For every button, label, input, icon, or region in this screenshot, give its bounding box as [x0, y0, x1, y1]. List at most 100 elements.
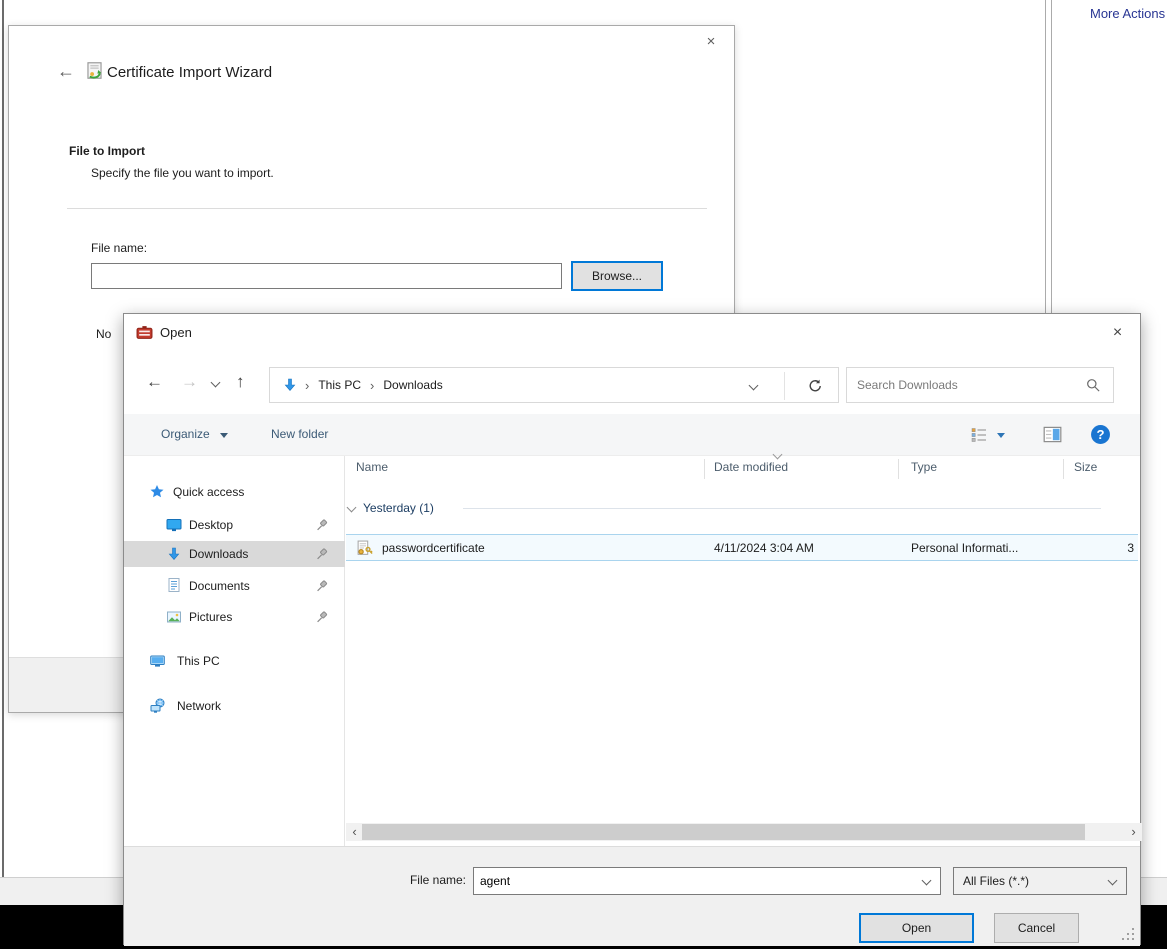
column-divider[interactable] — [1063, 459, 1064, 479]
navigation-sidebar: Quick access Desktop Downloads Documents… — [124, 456, 345, 846]
breadcrumb-downloads[interactable]: Downloads — [381, 378, 444, 392]
command-toolbar: Organize New folder ? — [124, 414, 1140, 456]
column-header-name[interactable]: Name — [356, 460, 388, 474]
help-icon[interactable]: ? — [1090, 424, 1111, 445]
file-size: 3 — [1127, 541, 1134, 555]
back-arrow-icon: ← — [57, 61, 75, 81]
file-date-modified: 4/11/2024 3:04 AM — [714, 541, 814, 555]
sidebar-item-label: Desktop — [189, 518, 234, 532]
breadcrumb-separator-icon: › — [305, 377, 310, 393]
wizard-close-button[interactable]: × — [696, 30, 726, 54]
up-arrow-icon: ↑ — [236, 372, 245, 391]
file-type: Personal Informati... — [911, 541, 1019, 555]
new-folder-label: New folder — [271, 427, 329, 441]
file-name-combo — [473, 867, 941, 895]
scroll-right-arrow-icon[interactable]: › — [1125, 823, 1142, 841]
chevron-down-icon[interactable] — [921, 875, 932, 886]
file-name: passwordcertificate — [382, 541, 485, 555]
column-header-size[interactable]: Size — [1074, 460, 1097, 474]
sidebar-item-pictures[interactable]: Pictures — [124, 604, 345, 630]
open-dialog-titlebar[interactable]: Open × — [124, 314, 1140, 352]
quick-access-star-icon — [150, 485, 164, 498]
pin-icon — [317, 548, 328, 560]
group-header-line — [463, 508, 1101, 509]
wizard-section-subtitle: Specify the file you want to import. — [91, 166, 274, 180]
wizard-file-name-label: File name: — [91, 241, 148, 255]
organize-label: Organize — [161, 427, 210, 441]
view-dropdown-triangle-icon[interactable] — [997, 433, 1005, 438]
close-icon: × — [706, 33, 716, 50]
open-button[interactable]: Open — [859, 913, 974, 943]
nav-history-chevron-icon[interactable] — [210, 377, 221, 388]
organize-button[interactable]: Organize — [161, 427, 229, 441]
wizard-title: Certificate Import Wizard — [107, 64, 273, 81]
certificates-app-icon — [136, 326, 153, 339]
search-icon[interactable] — [1086, 378, 1101, 393]
sidebar-item-desktop[interactable]: Desktop — [124, 512, 345, 538]
desktop-icon — [166, 519, 182, 532]
forward-arrow-icon: → — [181, 372, 198, 391]
resize-grip[interactable] — [1132, 928, 1134, 930]
new-folder-button[interactable]: New folder — [271, 427, 328, 441]
details-view-icon[interactable] — [971, 427, 987, 443]
console-window-border — [2, 0, 4, 905]
pin-icon — [317, 519, 328, 531]
group-header-label[interactable]: Yesterday (1) — [363, 501, 434, 515]
open-dialog-close-button[interactable]: × — [1095, 314, 1140, 352]
file-name-input[interactable] — [480, 869, 900, 893]
browse-button[interactable]: Browse... — [571, 261, 663, 291]
breadcrumb-separator-icon: › — [370, 377, 375, 393]
back-arrow-icon: ← — [146, 372, 163, 391]
sidebar-item-downloads[interactable]: Downloads — [124, 541, 345, 567]
column-divider[interactable] — [704, 459, 705, 479]
horizontal-scrollbar[interactable]: ‹ › — [346, 823, 1142, 841]
open-dialog-title: Open — [160, 325, 192, 340]
nav-forward-button[interactable]: → — [181, 372, 198, 392]
address-dropdown-chevron-icon[interactable] — [748, 380, 759, 391]
network-icon — [150, 698, 165, 713]
file-name-label: File name: — [409, 873, 466, 887]
nav-up-button[interactable]: ↑ — [236, 372, 245, 392]
scrollbar-thumb[interactable] — [362, 824, 1085, 840]
search-box — [846, 367, 1114, 403]
pfx-certificate-file-icon — [357, 540, 373, 555]
column-divider[interactable] — [898, 459, 899, 479]
pictures-icon — [167, 611, 181, 623]
dropdown-triangle-icon — [220, 433, 229, 438]
refresh-button[interactable] — [794, 373, 836, 399]
sidebar-item-this-pc[interactable]: This PC — [124, 648, 345, 674]
column-header-type[interactable]: Type — [911, 460, 937, 474]
sidebar-item-documents[interactable]: Documents — [124, 573, 345, 599]
documents-icon — [168, 578, 180, 592]
dialog-content-area: Quick access Desktop Downloads Documents… — [124, 456, 1140, 846]
column-header-date-modified[interactable]: Date modified — [714, 460, 788, 474]
this-pc-icon — [150, 655, 165, 667]
screenshot-root: More Actions × ← Certificate Import Wiza… — [0, 0, 1167, 949]
more-actions-label[interactable]: More Actions — [1090, 6, 1167, 21]
breadcrumb-this-pc[interactable]: This PC — [316, 378, 363, 392]
address-bar[interactable]: › This PC › Downloads — [269, 367, 839, 403]
pin-icon — [317, 611, 328, 623]
sidebar-item-network[interactable]: Network — [124, 693, 345, 719]
navigation-bar: ← → ↑ › This PC › Downloads — [124, 352, 1140, 414]
sidebar-item-quick-access[interactable]: Quick access — [124, 479, 345, 505]
pin-icon — [317, 580, 328, 592]
search-input[interactable] — [857, 369, 1077, 401]
file-row[interactable]: passwordcertificate 4/11/2024 3:04 AM Pe… — [346, 534, 1138, 561]
wizard-file-name-input[interactable] — [91, 263, 562, 289]
wizard-back-button[interactable]: ← — [53, 61, 79, 82]
downloads-folder-icon — [284, 378, 296, 391]
sidebar-item-label: Network — [177, 699, 222, 713]
close-icon: × — [1112, 324, 1123, 341]
file-type-select[interactable]: All Files (*.*) — [953, 867, 1127, 895]
scroll-left-arrow-icon[interactable]: ‹ — [346, 823, 363, 841]
open-file-dialog: Open × ← → ↑ › This PC › Downloads Searc… — [123, 313, 1142, 946]
sidebar-item-label: This PC — [177, 654, 220, 668]
downloads-folder-icon — [168, 547, 180, 560]
wizard-separator — [67, 208, 707, 209]
cancel-button[interactable]: Cancel — [994, 913, 1079, 943]
actions-pane-divider[interactable] — [1045, 0, 1052, 313]
preview-pane-icon[interactable] — [1043, 426, 1062, 443]
address-bar-divider — [784, 372, 785, 400]
nav-back-button[interactable]: ← — [146, 372, 163, 392]
